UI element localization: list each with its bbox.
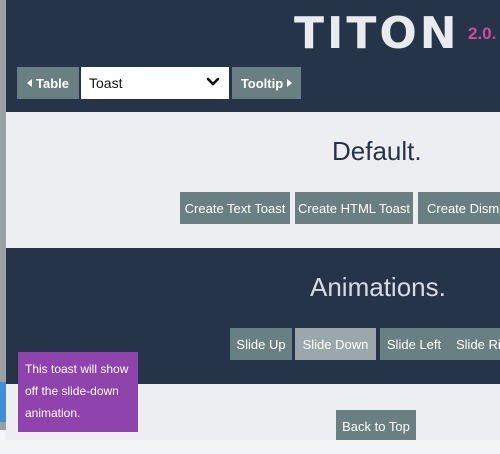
arrow-left-icon xyxy=(27,79,32,87)
header: TITON 2.0. Table Toast Tooltip xyxy=(6,0,500,112)
create-text-toast-button[interactable]: Create Text Toast xyxy=(180,192,290,224)
prev-component-button[interactable]: Table xyxy=(17,67,79,99)
prev-component-label: Table xyxy=(36,75,69,91)
create-html-toast-button[interactable]: Create HTML Toast xyxy=(295,192,413,224)
slide-down-button[interactable]: Slide Down xyxy=(295,328,376,360)
component-select[interactable]: Toast xyxy=(81,67,229,99)
arrow-right-icon xyxy=(287,79,293,87)
default-section-title: Default. xyxy=(332,136,422,166)
slide-left-button[interactable]: Slide Left xyxy=(380,328,448,360)
create-dismissible-toast-button[interactable]: Create Dismis xyxy=(418,192,500,224)
logo: TITON xyxy=(294,8,460,59)
toast-notification[interactable]: This toast will show off the slide-down … xyxy=(18,352,138,432)
chevron-down-icon xyxy=(206,77,220,86)
next-component-label: Tooltip xyxy=(240,75,284,91)
next-component-button[interactable]: Tooltip xyxy=(232,67,301,99)
back-to-top-button[interactable]: Back to Top xyxy=(336,410,416,440)
slide-up-button[interactable]: Slide Up xyxy=(230,328,292,360)
slide-right-button[interactable]: Slide Rig xyxy=(448,328,500,360)
animations-section-title: Animations. xyxy=(310,272,446,302)
component-select-value: Toast xyxy=(89,75,123,91)
version-label: 2.0. xyxy=(468,24,497,43)
